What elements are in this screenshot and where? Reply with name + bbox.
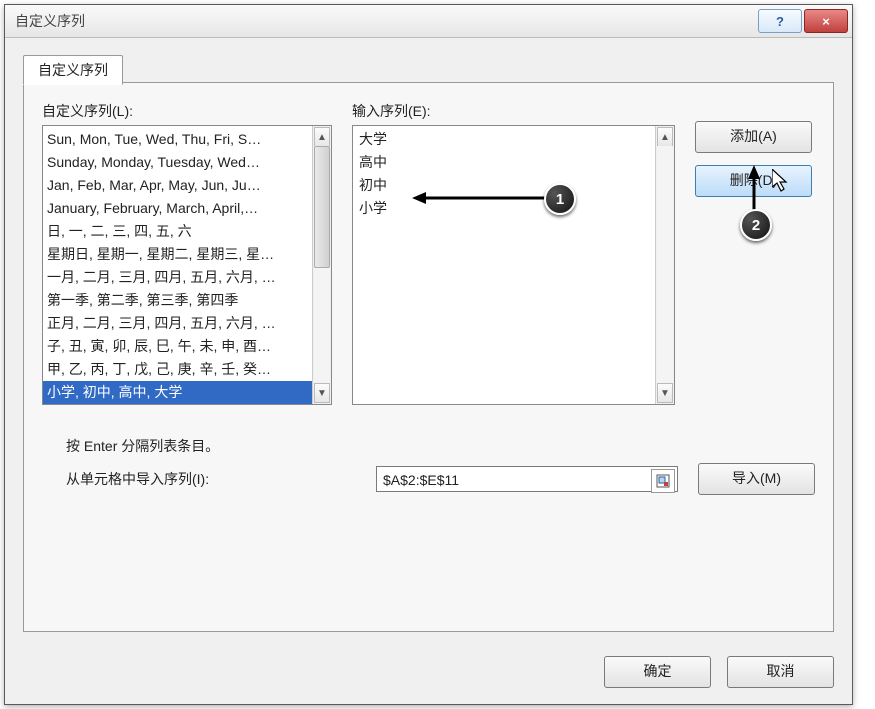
refedit-collapse-icon[interactable] — [651, 469, 675, 493]
list-item[interactable]: 正月, 二月, 三月, 四月, 五月, 六月, … — [47, 312, 327, 335]
scroll-down-icon[interactable]: ▼ — [314, 383, 330, 403]
enter-hint-text: 按 Enter 分隔列表条目。 — [66, 429, 815, 463]
window-buttons: ? × — [756, 9, 848, 33]
entry-column: 输入序列(E): 大学 高中 初中 小学 ▲ ▼ — [352, 101, 675, 405]
action-buttons-column: 添加(A) 删除(D) — [695, 101, 815, 405]
entry-list-textarea[interactable]: 大学 高中 初中 小学 ▲ ▼ — [352, 125, 675, 405]
import-row: 从单元格中导入序列(I): $A$2:$E$11 导入(M) — [42, 463, 815, 495]
list-item[interactable]: 日, 一, 二, 三, 四, 五, 六 — [47, 220, 327, 243]
custom-lists-lines: Sun, Mon, Tue, Wed, Thu, Fri, S… Sunday,… — [43, 126, 331, 405]
ok-button[interactable]: 确定 — [604, 656, 711, 688]
entry-list-label: 输入序列(E): — [352, 101, 675, 121]
import-range-value: $A$2:$E$11 — [383, 472, 459, 488]
entry-line: 大学 — [359, 128, 668, 151]
import-range-input[interactable]: $A$2:$E$11 — [376, 466, 678, 492]
entry-scrollbar[interactable]: ▲ ▼ — [655, 126, 674, 404]
scroll-track[interactable] — [314, 146, 330, 384]
custom-lists-column: 自定义序列(L): Sun, Mon, Tue, Wed, Thu, Fri, … — [42, 101, 332, 405]
help-button[interactable]: ? — [758, 9, 802, 33]
content-frame: 自定义序列(L): Sun, Mon, Tue, Wed, Thu, Fri, … — [23, 82, 834, 632]
info-text: 按 Enter 分隔列表条目。 — [66, 429, 815, 463]
scroll-track[interactable] — [657, 146, 673, 384]
window-title: 自定义序列 — [15, 11, 756, 31]
titlebar: 自定义序列 ? × — [5, 5, 852, 38]
scroll-up-icon[interactable]: ▲ — [314, 127, 330, 147]
entry-line: 初中 — [359, 174, 668, 197]
list-item[interactable]: January, February, March, April,… — [47, 197, 327, 220]
entry-line: 小学 — [359, 197, 668, 220]
list-item[interactable]: 子, 丑, 寅, 卯, 辰, 巳, 午, 未, 申, 酉… — [47, 335, 327, 358]
import-from-cells-label: 从单元格中导入序列(I): — [66, 469, 376, 489]
list-item[interactable]: 第一季, 第二季, 第三季, 第四季 — [47, 289, 327, 312]
list-item[interactable]: Jan, Feb, Mar, Apr, May, Jun, Ju… — [47, 174, 327, 197]
list-item[interactable]: 甲, 乙, 丙, 丁, 戊, 己, 庚, 辛, 壬, 癸… — [47, 358, 327, 381]
custom-lists-label: 自定义序列(L): — [42, 101, 332, 121]
scroll-up-icon[interactable]: ▲ — [657, 127, 673, 147]
add-button[interactable]: 添加(A) — [695, 121, 812, 153]
listbox-scrollbar[interactable]: ▲ ▼ — [312, 126, 331, 404]
tab-custom-lists[interactable]: 自定义序列 — [23, 55, 123, 85]
delete-button[interactable]: 删除(D) — [695, 165, 812, 197]
scroll-thumb[interactable] — [314, 146, 330, 268]
entry-line: 高中 — [359, 151, 668, 174]
list-item[interactable]: Sunday, Monday, Tuesday, Wed… — [47, 151, 327, 174]
custom-lists-listbox[interactable]: Sun, Mon, Tue, Wed, Thu, Fri, S… Sunday,… — [42, 125, 332, 405]
cancel-button[interactable]: 取消 — [727, 656, 834, 688]
close-button[interactable]: × — [804, 9, 848, 33]
dialog-body: 自定义序列 自定义序列(L): Sun, Mon, Tue, Wed, Thu,… — [5, 38, 852, 644]
list-item[interactable]: 星期日, 星期一, 星期二, 星期三, 星… — [47, 243, 327, 266]
scroll-down-icon[interactable]: ▼ — [657, 383, 673, 403]
list-item-selected[interactable]: 小学, 初中, 高中, 大学 — [43, 381, 331, 404]
tabstrip: 自定义序列 — [23, 52, 834, 82]
dialog-footer: 确定 取消 — [5, 644, 852, 704]
list-item[interactable]: 一月, 二月, 三月, 四月, 五月, 六月, … — [47, 266, 327, 289]
custom-lists-dialog: 自定义序列 ? × 自定义序列 自定义序列(L): Sun, Mon, Tue,… — [4, 4, 853, 705]
list-item[interactable]: Sun, Mon, Tue, Wed, Thu, Fri, S… — [47, 128, 327, 151]
import-button[interactable]: 导入(M) — [698, 463, 815, 495]
